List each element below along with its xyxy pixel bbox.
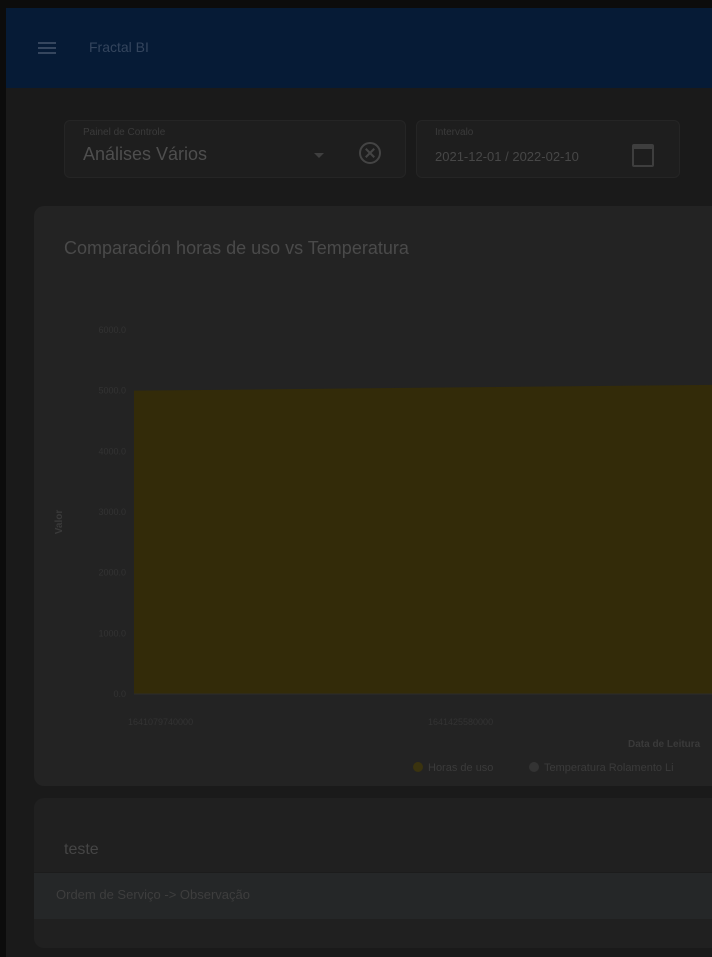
- chart-card: Comparación horas de uso vs Temperatura …: [34, 206, 712, 786]
- menu-icon[interactable]: [33, 37, 63, 59]
- series-area-0: [134, 384, 712, 694]
- legend-swatch-0: [413, 762, 423, 772]
- date-range-label: Intervalo: [435, 127, 474, 138]
- legend-swatch-1: [529, 762, 539, 772]
- list-item[interactable]: Ordem de Serviço -> Observação: [34, 872, 712, 919]
- calendar-icon[interactable]: [632, 144, 654, 167]
- y-tick-label: 1000.0: [98, 628, 126, 638]
- y-tick-label: 5000.0: [98, 386, 126, 396]
- clear-circle-icon[interactable]: [359, 142, 381, 164]
- legend-label-1: Temperatura Rolamento Li: [544, 762, 674, 774]
- y-tick-label: 0.0: [113, 689, 126, 699]
- chevron-down-icon[interactable]: [314, 153, 324, 158]
- y-axis-label: Valor: [54, 510, 65, 535]
- y-tick-label: 6000.0: [98, 325, 126, 335]
- dashboard-select[interactable]: Painel de Controle Análises Vários: [64, 120, 406, 178]
- y-tick-label: 2000.0: [98, 568, 126, 578]
- list-card-title: teste: [64, 841, 99, 858]
- y-tick-label: 3000.0: [98, 507, 126, 517]
- x-tick-label: 1641079740000: [128, 717, 193, 727]
- dashboard-select-label: Painel de Controle: [83, 127, 166, 138]
- y-tick-label: 4000.0: [98, 446, 126, 456]
- chart-svg: 0.0 1000.0 2000.0 3000.0 4000.0 5000.0 6000.0 V…: [54, 325, 712, 774]
- app-shell: Fractal BI Painel de Controle Análises V…: [6, 8, 712, 957]
- date-range-value: 2021-12-01 / 2022-02-10: [435, 149, 579, 164]
- top-app-bar: Fractal BI: [6, 8, 712, 88]
- app-title: Fractal BI: [89, 39, 149, 55]
- list-item-label: Ordem de Serviço -> Observação: [56, 887, 250, 902]
- legend-label-0: Horas de uso: [428, 762, 493, 774]
- list-card: teste Ordem de Serviço -> Observação: [34, 798, 712, 948]
- date-range-field[interactable]: Intervalo 2021-12-01 / 2022-02-10: [416, 120, 680, 178]
- x-axis-label: Data de Leitura: [628, 739, 701, 750]
- x-tick-label: 1641425580000: [428, 717, 493, 727]
- dashboard-select-value: Análises Vários: [83, 144, 208, 164]
